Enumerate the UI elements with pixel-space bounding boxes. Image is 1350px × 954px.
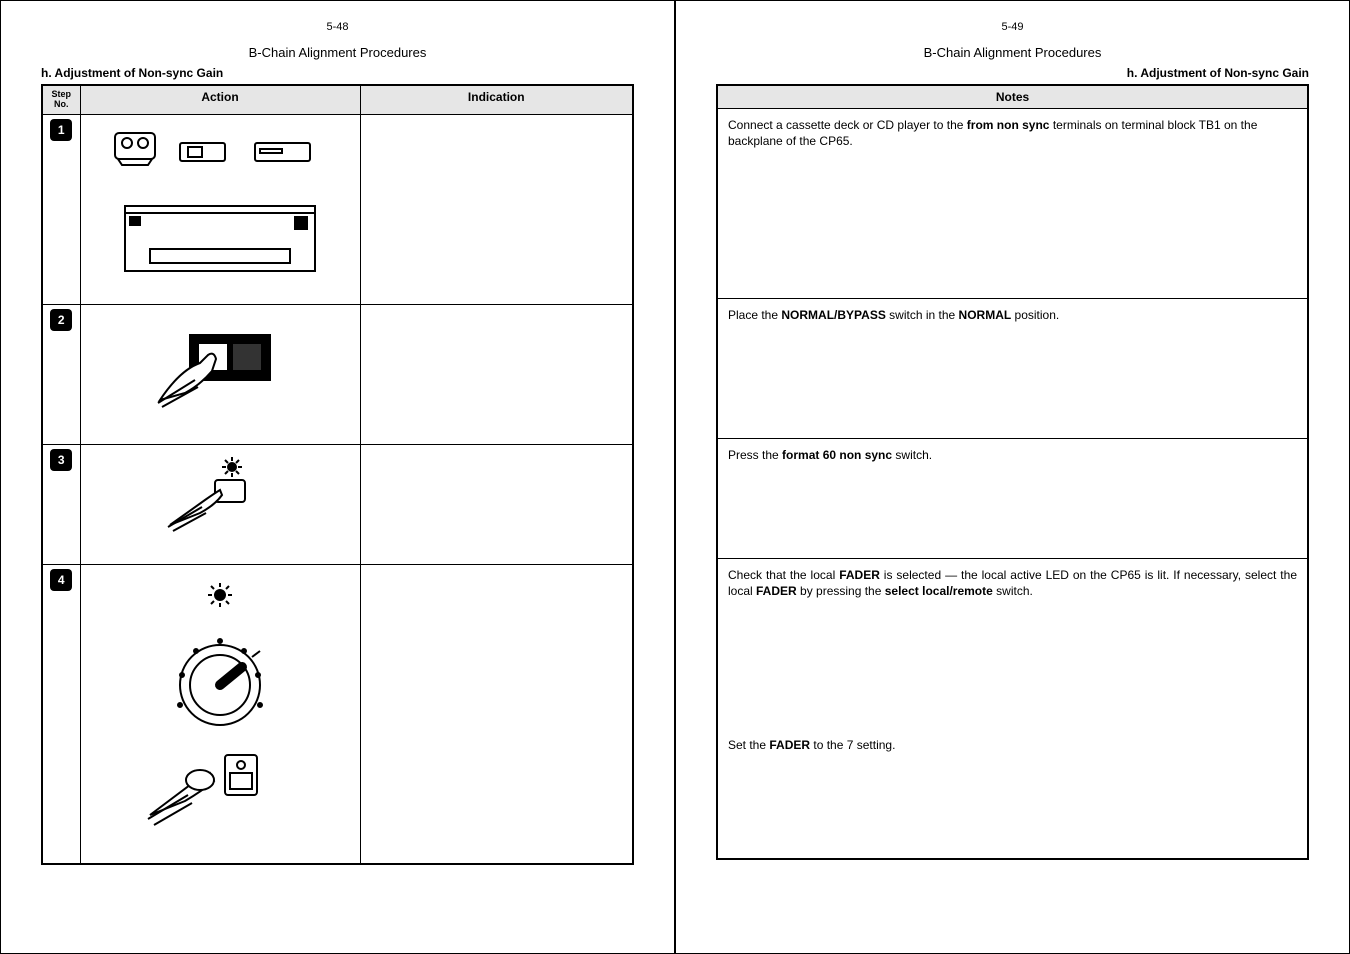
fader-dial-icon [130, 575, 310, 835]
indication-cell [360, 304, 633, 444]
note-text: position. [1011, 308, 1059, 322]
note-text: Place the [728, 308, 781, 322]
note-text: to the 7 setting. [810, 738, 895, 752]
note-text: Set the [728, 738, 769, 752]
step-badge-4: 4 [50, 569, 72, 591]
table-row: 3 [42, 444, 633, 564]
note-bold: from non sync [967, 118, 1050, 132]
step-cell: 1 [42, 114, 80, 304]
step-cell: 3 [42, 444, 80, 564]
indication-cell [360, 114, 633, 304]
indication-cell [360, 564, 633, 864]
right-page: 5-49 B-Chain Alignment Procedures h. Adj… [675, 0, 1350, 954]
backplane-icon [120, 201, 320, 281]
page-number-left: 5-48 [41, 21, 634, 33]
page-subtitle-left: h. Adjustment of Non-sync Gain [41, 66, 634, 80]
note-bold: select local/remote [885, 584, 993, 598]
note-bold: NORMAL/BYPASS [781, 308, 885, 322]
note-text: switch. [993, 584, 1033, 598]
col-header-step: Step No. [42, 85, 80, 114]
step-badge-1: 1 [50, 119, 72, 141]
note-text: Connect a cassette deck or CD player to … [728, 118, 967, 132]
note-text: Check that the local [728, 568, 839, 582]
note-text: switch in the [886, 308, 959, 322]
cassette-cd-icon [110, 125, 330, 195]
table-row: 2 [42, 304, 633, 444]
procedure-table: Step No. Action Indication 1 [41, 84, 634, 865]
left-page: 5-48 B-Chain Alignment Procedures h. Adj… [0, 0, 675, 954]
note-row-3: Press the format 60 non sync switch. [717, 439, 1308, 559]
page-title-left: B-Chain Alignment Procedures [41, 45, 634, 60]
step-badge-2: 2 [50, 309, 72, 331]
button-press-led-icon [160, 455, 280, 535]
page-title-right: B-Chain Alignment Procedures [716, 45, 1309, 60]
page-subtitle-right: h. Adjustment of Non-sync Gain [716, 66, 1309, 80]
step-badge-3: 3 [50, 449, 72, 471]
note-bold: FADER [756, 584, 797, 598]
col-header-action: Action [80, 85, 360, 114]
note-bold: FADER [839, 568, 880, 582]
note-text: Press the [728, 448, 782, 462]
note-text: switch. [892, 448, 932, 462]
action-cell-1 [80, 114, 360, 304]
action-cell-3 [80, 444, 360, 564]
note-row-2: Place the NORMAL/BYPASS switch in the NO… [717, 299, 1308, 439]
note-bold: format 60 non sync [782, 448, 892, 462]
note-row-4a: Check that the local FADER is selected —… [717, 559, 1308, 729]
note-row-4b: Set the FADER to the 7 setting. [717, 729, 1308, 859]
note-row-1: Connect a cassette deck or CD player to … [717, 109, 1308, 299]
action-cell-2 [80, 304, 360, 444]
step-cell: 4 [42, 564, 80, 864]
action-cell-4 [80, 564, 360, 864]
notes-table: Notes Connect a cassette deck or CD play… [716, 84, 1309, 860]
indication-cell [360, 444, 633, 564]
notes-header: Notes [717, 85, 1308, 109]
col-header-indication: Indication [360, 85, 633, 114]
switch-press-icon [140, 315, 300, 415]
note-text: by pressing the [797, 584, 885, 598]
table-row: 4 [42, 564, 633, 864]
note-bold: FADER [769, 738, 810, 752]
step-cell: 2 [42, 304, 80, 444]
note-bold: NORMAL [959, 308, 1012, 322]
table-row: 1 [42, 114, 633, 304]
page-number-right: 5-49 [716, 21, 1309, 33]
